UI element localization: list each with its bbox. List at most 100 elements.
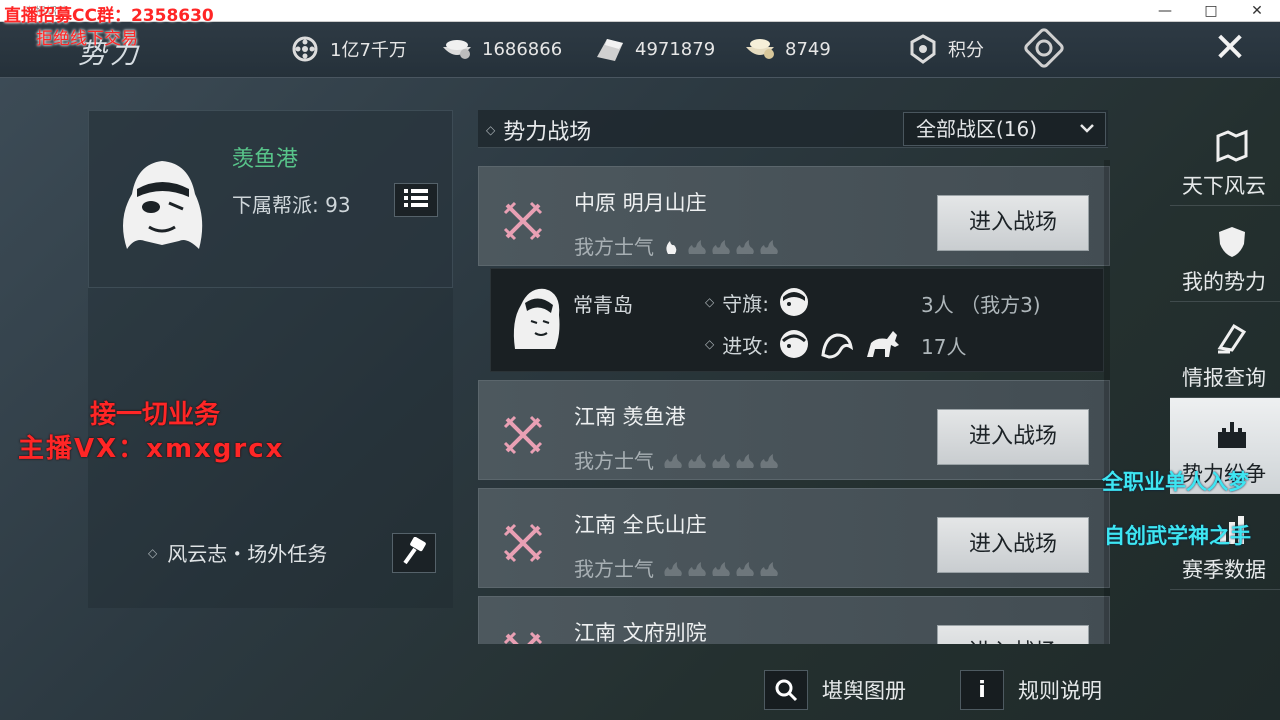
silver-ingot-icon <box>593 34 627 64</box>
nav-item-label: 情报查询 <box>1182 366 1266 390</box>
resource-4-value: 8749 <box>785 38 831 60</box>
crossed-swords-icon <box>501 199 545 243</box>
rules-label: 规则说明 <box>1018 679 1102 703</box>
attack-count: 17人 <box>921 335 967 359</box>
guild-list-button[interactable] <box>394 183 438 217</box>
battlefield-list[interactable]: 中原 明月山庄 我方士气 进入战场 常青岛 ◇ 守旗: 3人 （我方3) ◇ 进 <box>478 160 1110 644</box>
coin-bowl-icon <box>440 34 474 64</box>
resource-3-value: 4971879 <box>635 38 716 60</box>
flame-icon <box>664 453 682 468</box>
search-icon <box>764 670 808 710</box>
enter-battlefield-button[interactable]: 进入战场 <box>937 625 1089 644</box>
flame-icon <box>712 453 730 468</box>
flame-icon <box>760 239 778 254</box>
defend-line: ◇ 守旗: <box>705 285 811 319</box>
points-label: 积分 <box>948 40 984 61</box>
flame-icon <box>688 453 706 468</box>
attack-label: 进攻: <box>722 333 769 358</box>
settings-emblem-icon[interactable] <box>1024 28 1064 68</box>
defend-count: 3人 （我方3) <box>921 293 1041 317</box>
battlefield-row[interactable]: 江南 文府别院 进入战场 <box>478 596 1110 644</box>
hero-portrait <box>505 281 567 351</box>
zone-select-value: 全部战区(16) <box>916 117 1038 141</box>
flame-icon <box>712 239 730 254</box>
info-icon: i <box>960 670 1004 710</box>
flame-icon <box>736 239 754 254</box>
flame-icon <box>688 239 706 254</box>
morale-indicator: 我方士气 <box>574 445 780 474</box>
morale-indicator: 我方士气 <box>574 553 780 582</box>
hammer-icon <box>401 536 427 569</box>
quill-icon <box>1217 323 1247 354</box>
flame-icon <box>760 561 778 576</box>
nav-item-label: 赛季数据 <box>1182 558 1266 582</box>
side-task-button[interactable] <box>392 533 436 573</box>
resource-2-value: 1686866 <box>482 38 563 60</box>
overlay-no-offline-text: 拒绝线下交易 <box>36 29 138 49</box>
zone-select[interactable]: 全部战区(16) <box>903 112 1106 146</box>
attack-line: ◇ 进攻: <box>705 327 903 361</box>
crossed-swords-icon <box>501 521 545 565</box>
flame-icon <box>736 561 754 576</box>
faction-card: 羡鱼港 下属帮派: 93 <box>88 110 453 288</box>
battlefield-row[interactable]: 中原 明月山庄 我方士气 进入战场 <box>478 166 1110 266</box>
battlefield-row[interactable]: 江南 羡鱼港 我方士气 进入战场 <box>478 380 1110 480</box>
morale-label: 我方士气 <box>574 557 654 581</box>
morale-label: 我方士气 <box>574 449 654 473</box>
list-scrollbar[interactable] <box>1104 160 1110 644</box>
flame-icon <box>688 561 706 576</box>
atlas-label: 堪舆图册 <box>822 679 906 703</box>
enter-battlefield-button[interactable]: 进入战场 <box>937 517 1089 573</box>
rules-button[interactable]: i 规则说明 <box>960 668 1102 712</box>
overlay-promo-1: 全职业单人入梦 <box>1102 470 1249 494</box>
battlefield-name: 江南 文府别院 <box>574 621 707 644</box>
horse-icon <box>866 331 899 357</box>
flame-icon <box>712 561 730 576</box>
nav-item-intel[interactable]: 情报查询 <box>1170 302 1280 398</box>
window-close-button[interactable]: ✕ <box>1234 0 1280 22</box>
nav-item-my-faction[interactable]: 我的势力 <box>1170 206 1280 302</box>
battlefield-name: 江南 羡鱼港 <box>574 405 686 429</box>
flame-icon <box>666 240 677 254</box>
beast-icon <box>821 333 854 359</box>
shield-icon <box>1219 227 1245 257</box>
battlefield-row[interactable]: 江南 全氏山庄 我方士气 进入战场 <box>478 488 1110 588</box>
enter-battlefield-button[interactable]: 进入战场 <box>937 409 1089 465</box>
minimize-button[interactable]: — <box>1142 0 1188 22</box>
diamond-bullet-icon: ◇ <box>705 295 715 309</box>
nav-item-world[interactable]: 天下风云 <box>1170 110 1280 206</box>
crossed-swords-icon <box>501 413 545 457</box>
flame-icon <box>760 453 778 468</box>
resource-3[interactable]: 4971879 <box>593 34 715 64</box>
close-panel-button[interactable]: ✕ <box>1208 28 1252 72</box>
faction-leader-avatar <box>107 149 217 259</box>
battlefield-title-text: 势力战场 <box>503 120 592 145</box>
enter-battlefield-button[interactable]: 进入战场 <box>937 195 1089 251</box>
island-name: 常青岛 <box>573 293 633 317</box>
side-task-link[interactable]: ◇ 风云志・场外任务 <box>148 538 327 567</box>
flame-icon <box>736 453 754 468</box>
top-bar: 势力 1亿7千万 1686866 4971879 8749 积分 ✕ <box>0 22 1280 78</box>
resource-4[interactable]: 8749 <box>743 34 831 64</box>
overlay-recruit-text: 直播招募CC群：2358630 <box>4 6 214 26</box>
side-task-label: 风云志・场外任务 <box>167 542 328 566</box>
nav-item-label: 天下风云 <box>1182 174 1266 198</box>
defend-label: 守旗: <box>722 291 769 316</box>
flame-icon <box>664 561 682 576</box>
battlefield-detail: 常青岛 ◇ 守旗: 3人 （我方3) ◇ 进攻: 17人 <box>490 268 1104 372</box>
gold-bowl-icon <box>743 34 777 64</box>
morale-flames <box>662 237 780 255</box>
crossed-swords-icon <box>501 629 545 644</box>
castle-icon <box>1218 422 1246 448</box>
resource-2[interactable]: 1686866 <box>440 34 562 64</box>
maximize-button[interactable]: □ <box>1188 0 1234 22</box>
subordinate-count: 下属帮派: 93 <box>232 193 351 217</box>
battlefield-header: ◇ 势力战场 全部战区(16) <box>478 110 1108 148</box>
points-button[interactable]: 积分 <box>906 34 984 64</box>
diamond-bullet-icon: ◇ <box>486 123 496 137</box>
diamond-bullet-icon: ◇ <box>148 545 158 560</box>
battlefield-title: ◇ 势力战场 <box>486 114 591 146</box>
resource-1[interactable]: 1亿7千万 <box>288 34 407 64</box>
atlas-button[interactable]: 堪舆图册 <box>764 668 906 712</box>
list-icon <box>404 188 428 212</box>
